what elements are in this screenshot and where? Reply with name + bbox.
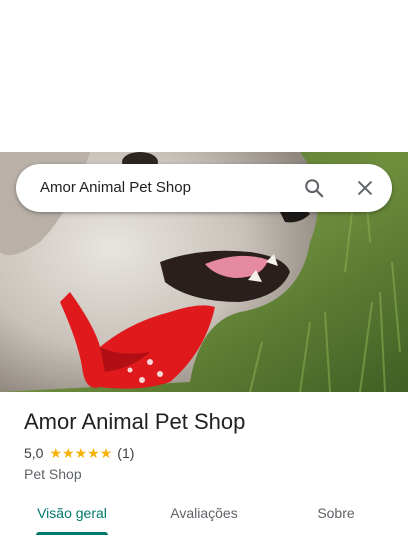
star-icon: ★ (87, 445, 100, 461)
active-tab-indicator (36, 532, 108, 535)
tab-overview[interactable]: Visão geral (28, 494, 116, 534)
close-button[interactable] (349, 172, 381, 204)
tab-about[interactable]: Sobre (300, 494, 372, 534)
search-bar[interactable]: Amor Animal Pet Shop (16, 164, 392, 212)
review-count-link[interactable]: (1) (117, 445, 134, 461)
search-input[interactable]: Amor Animal Pet Shop (40, 164, 191, 212)
star-rating: ★ ★ ★ ★ ★ (49, 446, 112, 460)
star-icon: ★ (62, 445, 75, 461)
star-icon: ★ (99, 445, 113, 461)
search-button[interactable] (298, 172, 330, 204)
search-icon (305, 179, 324, 198)
top-blank-area (0, 0, 408, 152)
place-title: Amor Animal Pet Shop (24, 409, 246, 434)
star-icon: ★ (49, 445, 63, 461)
rating-row: 5,0 ★ ★ ★ ★ ★ (1) (24, 444, 134, 462)
tab-bar: Visão geral Avaliações Sobre (0, 494, 408, 544)
tab-reviews[interactable]: Avaliações (158, 494, 250, 534)
place-category[interactable]: Pet Shop (24, 465, 82, 483)
star-icon: ★ (74, 445, 88, 461)
close-icon (358, 181, 372, 195)
rating-value: 5,0 (24, 445, 44, 461)
